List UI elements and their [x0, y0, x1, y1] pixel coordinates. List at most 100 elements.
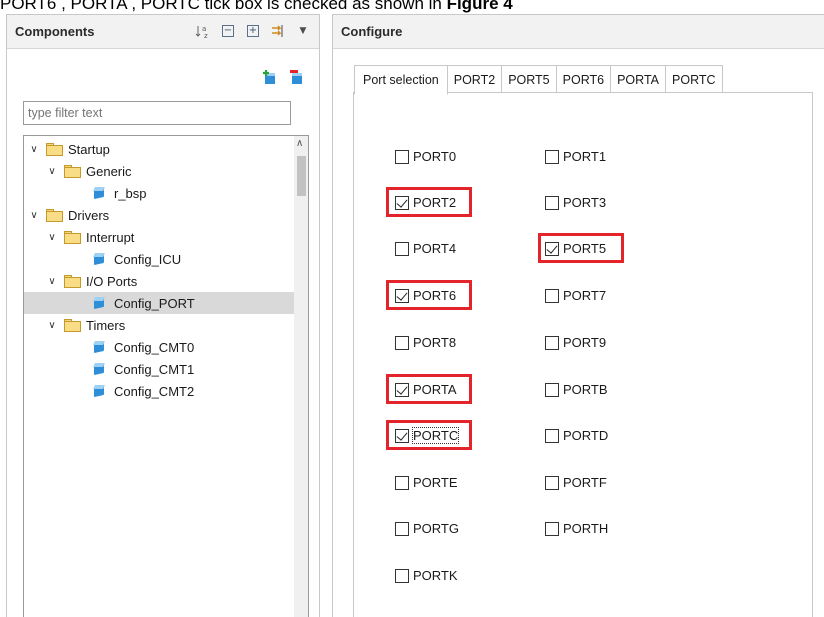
chevron-down-icon[interactable]: ∨ — [28, 144, 40, 155]
checkbox-port9[interactable]: PORT9 — [545, 335, 606, 350]
chevron-down-icon[interactable]: ∨ — [28, 210, 40, 221]
checkbox-label: PORT8 — [413, 335, 457, 350]
checkbox-box[interactable] — [545, 428, 559, 443]
tree-item-generic[interactable]: ∨ Generic — [24, 160, 295, 182]
checkbox-label: PORTK — [413, 568, 458, 583]
component-icon — [92, 296, 106, 310]
highlight-box-portc — [386, 420, 472, 450]
components-title: Components — [15, 24, 95, 39]
checkbox-box[interactable] — [395, 241, 409, 256]
tab-port6[interactable]: PORT6 — [556, 65, 612, 93]
checkbox-port1[interactable]: PORT1 — [545, 149, 606, 164]
chevron-down-icon[interactable]: ∨ — [46, 166, 58, 177]
tab-porta[interactable]: PORTA — [611, 65, 667, 93]
chevron-down-icon[interactable]: ∨ — [46, 232, 58, 243]
checkbox-portd[interactable]: PORTD — [545, 428, 608, 443]
checkbox-box[interactable] — [395, 475, 409, 490]
tree-item-config-cmt2[interactable]: Config_CMT2 — [24, 380, 295, 402]
component-icon — [92, 384, 106, 398]
tree-item-drivers[interactable]: ∨ Drivers — [24, 204, 295, 226]
configure-pane: Configure Port selection PORT2 PORT5 POR… — [332, 14, 824, 617]
tab-portc[interactable]: PORTC — [666, 65, 723, 93]
caption-figure-ref: Figure 4 — [446, 0, 513, 13]
checkbox-label: PORTG — [413, 521, 459, 536]
checkbox-label: PORT1 — [563, 149, 607, 164]
checkbox-portf[interactable]: PORTF — [545, 475, 607, 490]
checkbox-label: PORT7 — [563, 288, 607, 303]
checkbox-label: PORT3 — [563, 195, 607, 210]
highlight-box-port2 — [386, 187, 472, 217]
scroll-up-icon[interactable]: ∧ — [296, 138, 303, 149]
tree-item-label: Interrupt — [86, 229, 135, 245]
checkbox-port0[interactable]: PORT0 — [395, 149, 456, 164]
tree-item-interrupt[interactable]: ∨ Interrupt — [24, 226, 295, 248]
link-with-editor-icon[interactable] — [270, 23, 286, 39]
checkbox-box[interactable] — [545, 288, 559, 303]
collapse-all-icon[interactable]: − — [220, 23, 236, 39]
filter-input[interactable] — [23, 101, 291, 125]
component-icon — [92, 186, 106, 200]
component-icon — [92, 252, 106, 266]
tree-item-io-ports[interactable]: ∨ I/O Ports — [24, 270, 295, 292]
tree-item-label: Drivers — [68, 207, 110, 223]
tree-item-label: r_bsp — [114, 185, 147, 201]
checkbox-box[interactable] — [545, 149, 559, 164]
folder-icon — [64, 319, 81, 332]
checkbox-box[interactable] — [395, 568, 409, 583]
chevron-down-icon[interactable]: ∨ — [46, 276, 58, 287]
tree-item-config-cmt1[interactable]: Config_CMT1 — [24, 358, 295, 380]
tree-item-label: Config_ICU — [114, 251, 182, 267]
checkbox-label: PORTH — [563, 521, 609, 536]
checkbox-box[interactable] — [395, 335, 409, 350]
tree-item-startup[interactable]: ∨ Startup — [24, 138, 295, 160]
checkbox-box[interactable] — [395, 149, 409, 164]
scroll-thumb[interactable] — [297, 156, 306, 196]
components-toolbar — [261, 69, 305, 85]
highlight-box-porta — [386, 374, 472, 404]
view-menu-icon[interactable]: ▼ — [295, 23, 311, 39]
checkbox-box[interactable] — [545, 475, 559, 490]
checkbox-porth[interactable]: PORTH — [545, 521, 608, 536]
tab-port5[interactable]: PORT5 — [502, 65, 557, 93]
folder-icon — [46, 209, 63, 222]
checkbox-label: PORT9 — [563, 335, 607, 350]
tree-scrollbar[interactable]: ∧ — [294, 136, 308, 617]
remove-component-icon[interactable] — [289, 69, 305, 85]
port-tabs: Port selection PORT2 PORT5 PORT6 PORTA P… — [354, 65, 723, 95]
checkbox-portg[interactable]: PORTG — [395, 521, 459, 536]
components-header: Components az − + ▼ — [7, 15, 319, 49]
figure-caption: PORT6 , PORTA , PORTC tick box is checke… — [0, 0, 824, 14]
tab-port-selection[interactable]: Port selection — [354, 65, 448, 95]
expand-all-icon[interactable]: + — [245, 23, 261, 39]
checkbox-box[interactable] — [545, 521, 559, 536]
tree-item-config-icu[interactable]: Config_ICU — [24, 248, 295, 270]
sort-alpha-icon[interactable]: az — [195, 23, 211, 39]
checkbox-box[interactable] — [545, 195, 559, 210]
folder-icon — [64, 275, 81, 288]
port-selection-panel — [353, 92, 813, 617]
tree-item-config-port[interactable]: Config_PORT — [24, 292, 295, 314]
checkbox-box[interactable] — [545, 382, 559, 397]
checkbox-portk[interactable]: PORTK — [395, 568, 458, 583]
tree-item-r-bsp[interactable]: r_bsp — [24, 182, 295, 204]
checkbox-box[interactable] — [395, 521, 409, 536]
tree-item-config-cmt0[interactable]: Config_CMT0 — [24, 336, 295, 358]
checkbox-port7[interactable]: PORT7 — [545, 288, 606, 303]
add-component-icon[interactable] — [261, 69, 277, 85]
checkbox-portb[interactable]: PORTB — [545, 382, 608, 397]
checkbox-port8[interactable]: PORT8 — [395, 335, 456, 350]
checkbox-porte[interactable]: PORTE — [395, 475, 458, 490]
configure-header: Configure — [333, 15, 824, 49]
tree-item-label: I/O Ports — [86, 273, 138, 289]
checkbox-box[interactable] — [545, 335, 559, 350]
tree-item-timers[interactable]: ∨ Timers — [24, 314, 295, 336]
component-icon — [92, 340, 106, 354]
checkbox-label: PORTF — [563, 475, 607, 490]
tab-port2[interactable]: PORT2 — [447, 65, 503, 93]
chevron-down-icon[interactable]: ∨ — [46, 320, 58, 331]
checkbox-port3[interactable]: PORT3 — [545, 195, 606, 210]
checkbox-port4[interactable]: PORT4 — [395, 241, 456, 256]
caption-text: PORT6 , PORTA , PORTC tick box is checke… — [0, 0, 447, 13]
component-tree: ∨ Startup ∨ Generic r_bsp ∨ Drivers ∨ Interr… — [23, 135, 309, 617]
tree-item-label: Generic — [86, 163, 132, 179]
